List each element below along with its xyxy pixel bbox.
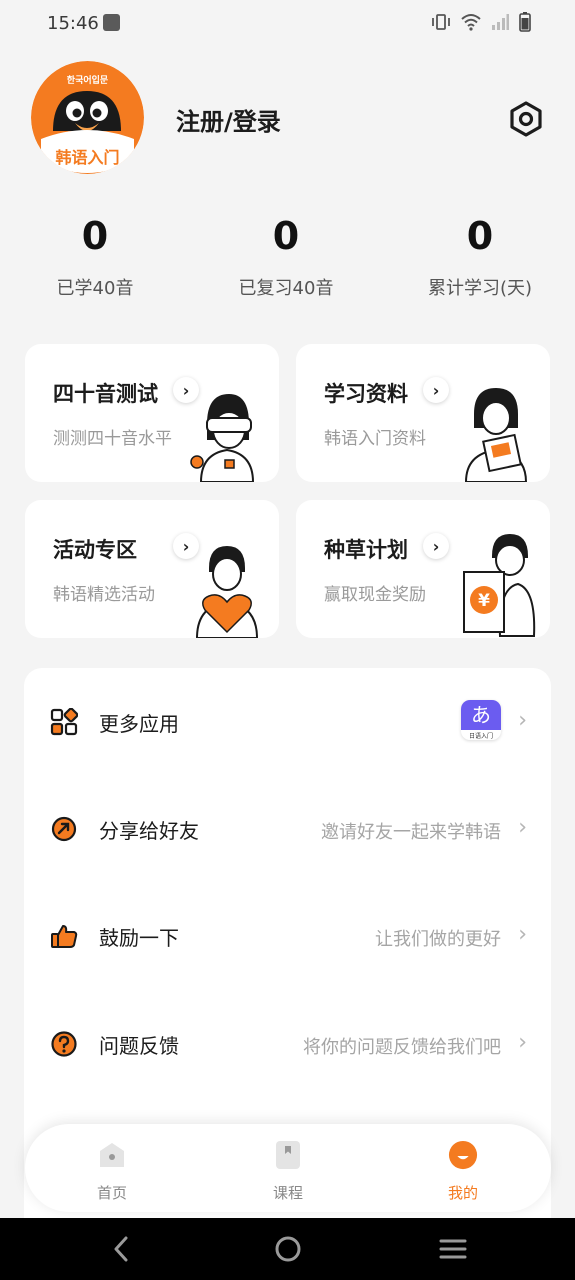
card-subtitle: 韩语精选活动 bbox=[53, 585, 155, 605]
login-register-link[interactable]: 注册/登录 bbox=[176, 102, 281, 137]
app-badge-label: 日语入门 bbox=[468, 733, 493, 740]
tab-home[interactable]: 首页 bbox=[62, 1140, 162, 1203]
tab-label: 首页 bbox=[96, 1184, 127, 1202]
grid-apps-icon bbox=[50, 708, 78, 736]
chevron-right-icon: › bbox=[518, 708, 527, 733]
wifi-icon bbox=[461, 13, 481, 35]
chevron-right-icon: › bbox=[423, 533, 449, 559]
notification-icon bbox=[103, 14, 120, 31]
battery-icon bbox=[519, 12, 531, 36]
tab-mine[interactable]: 我的 bbox=[413, 1140, 513, 1203]
stat-reviewed: 0 已复习40音 bbox=[191, 212, 381, 300]
card-materials[interactable]: 学习资料 › 韩语入门资料 bbox=[296, 344, 550, 482]
menu-label: 分享给好友 bbox=[99, 819, 199, 843]
menu-label: 问题反馈 bbox=[99, 1034, 179, 1058]
back-icon[interactable] bbox=[107, 1234, 137, 1264]
status-bar: 15:46 bbox=[0, 0, 575, 48]
yuan-symbol: ¥ bbox=[478, 591, 490, 611]
card-title: 活动专区 bbox=[53, 538, 137, 562]
bottom-tab-bar: 首页 课程 我的 bbox=[25, 1124, 551, 1212]
japanese-app-badge[interactable]: あ 日语入门 bbox=[461, 700, 501, 740]
heart-person-illustration bbox=[195, 546, 259, 638]
question-icon bbox=[51, 1031, 77, 1057]
status-time: 15:46 bbox=[47, 13, 99, 34]
chevron-right-icon: › bbox=[423, 377, 449, 403]
avatar[interactable]: 한국어입문 韩语入门 bbox=[31, 61, 144, 174]
system-nav-bar bbox=[0, 1218, 575, 1280]
stat-label: 累计学习(天) bbox=[427, 278, 533, 299]
tab-label: 我的 bbox=[447, 1184, 478, 1202]
chevron-right-icon: › bbox=[518, 922, 527, 947]
menu-share[interactable]: 分享给好友 邀请好友一起来学韩语 › bbox=[24, 799, 551, 859]
profile-smile-icon bbox=[448, 1140, 478, 1170]
avatar-korean-text: 한국어입문 bbox=[66, 76, 109, 86]
stat-value: 0 bbox=[466, 214, 494, 258]
stat-label: 已学40音 bbox=[56, 278, 134, 299]
card-subtitle: 韩语入门资料 bbox=[324, 429, 426, 449]
card-title: 种草计划 bbox=[324, 538, 408, 562]
chevron-right-icon: › bbox=[518, 1030, 527, 1055]
app-badge-glyph: あ bbox=[461, 700, 501, 730]
menu-label: 鼓励一下 bbox=[99, 926, 179, 950]
menu-hint: 将你的问题反馈给我们吧 bbox=[303, 1037, 501, 1058]
stats-row: 0 已学40音 0 已复习40音 0 累计学习(天) bbox=[0, 212, 575, 312]
stat-days: 0 累计学习(天) bbox=[385, 212, 575, 300]
stat-value: 0 bbox=[81, 214, 109, 258]
menu-feedback[interactable]: 问题反馈 将你的问题反馈给我们吧 › bbox=[24, 1014, 551, 1074]
chevron-right-icon: › bbox=[518, 815, 527, 840]
vibrate-icon bbox=[431, 13, 451, 35]
stat-value: 0 bbox=[272, 214, 300, 258]
menu-hint: 邀请好友一起来学韩语 bbox=[321, 822, 501, 843]
reader-person-illustration bbox=[464, 388, 528, 482]
home-circle-icon[interactable] bbox=[273, 1234, 303, 1264]
tab-label: 课程 bbox=[272, 1184, 303, 1202]
card-grass-plan[interactable]: 种草计划 › 赢取现金奖励 ¥ bbox=[296, 500, 550, 638]
status-icons bbox=[431, 12, 531, 36]
thumbs-up-icon bbox=[51, 925, 78, 948]
signal-icon bbox=[491, 13, 509, 35]
menu-encourage[interactable]: 鼓励一下 让我们做的更好 › bbox=[24, 906, 551, 966]
avatar-logo-text: 韩语入门 bbox=[55, 148, 120, 167]
home-icon bbox=[100, 1143, 124, 1167]
menu-more-apps[interactable]: 更多应用 あ 日语入门 › bbox=[24, 692, 551, 752]
card-subtitle: 赢取现金奖励 bbox=[324, 585, 426, 605]
menu-hint: 让我们做的更好 bbox=[375, 929, 501, 950]
cash-reward-illustration: ¥ bbox=[463, 534, 536, 637]
card-title: 学习资料 bbox=[324, 382, 408, 406]
menu-label: 更多应用 bbox=[99, 712, 179, 736]
card-activities[interactable]: 活动专区 › 韩语精选活动 bbox=[25, 500, 279, 638]
card-title: 四十音测试 bbox=[53, 382, 158, 406]
card-kana-test[interactable]: 四十音测试 › 测测四十音水平 bbox=[25, 344, 279, 482]
tab-courses[interactable]: 课程 bbox=[238, 1140, 338, 1203]
bookmark-icon bbox=[276, 1141, 300, 1169]
settings-icon[interactable] bbox=[507, 100, 545, 138]
stat-learned: 0 已学40音 bbox=[0, 212, 190, 300]
card-subtitle: 测测四十音水平 bbox=[53, 429, 172, 449]
stat-label: 已复习40音 bbox=[238, 278, 334, 299]
recents-menu-icon[interactable] bbox=[438, 1234, 468, 1264]
vr-person-illustration bbox=[190, 394, 255, 482]
share-icon bbox=[51, 816, 77, 842]
